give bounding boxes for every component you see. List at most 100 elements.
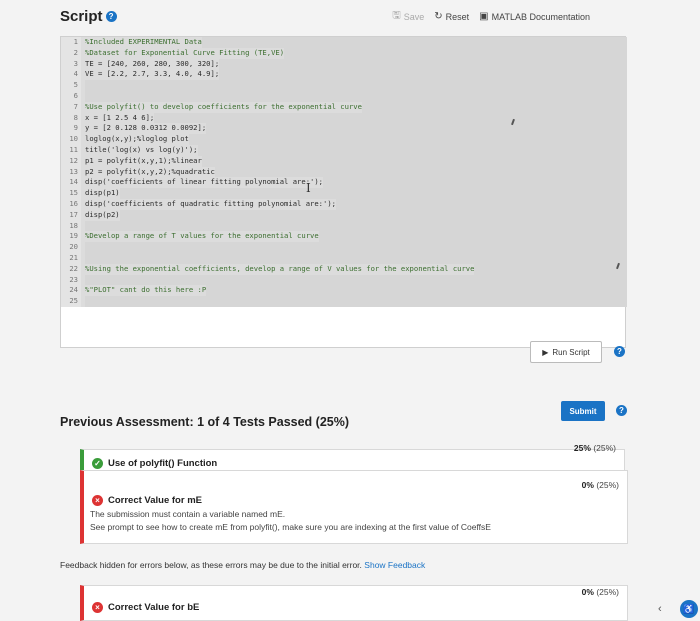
code-line[interactable]: 10 loglog(x,y);%loglog plot <box>61 134 627 145</box>
code-text <box>81 80 85 91</box>
error-message: The submission must contain a variable n… <box>90 509 286 519</box>
chevron-up-icon[interactable]: ‹ <box>658 603 662 615</box>
code-line[interactable]: 1 %Included EXPERIMENTAL Data <box>61 37 627 48</box>
run-help-icon[interactable]: ? <box>614 346 625 357</box>
line-number: 5 <box>61 80 81 91</box>
code-text <box>81 90 85 102</box>
code-line[interactable]: 3 TE = [240, 260, 280, 300, 320]; <box>61 58 627 70</box>
code-line[interactable]: 19 %Develop a range of T values for the e… <box>61 231 627 243</box>
code-line[interactable]: 25 <box>61 296 627 307</box>
code-text: %Use polyfit() to develop coefficients f… <box>81 101 362 113</box>
code-line[interactable]: 21 <box>61 252 627 264</box>
code-line[interactable]: 14 disp('coefficients of linear fitting p… <box>61 177 627 189</box>
line-number: 3 <box>61 58 81 70</box>
save-label: Save <box>403 11 425 22</box>
code-line[interactable]: 15 disp(p1) <box>61 188 627 199</box>
test-name: × Correct Value for mE <box>92 495 202 506</box>
run-script-button[interactable]: ▶ Run Script <box>530 341 602 363</box>
line-number: 21 <box>61 252 81 264</box>
header-actions: 🖫 Save ↻ Reset ▣ MATLAB Documentation <box>392 8 590 25</box>
code-line[interactable]: 4 VE = [2.2, 2.7, 3.3, 4.0, 4.9]; <box>61 69 627 81</box>
assessment-title: Previous Assessment: 1 of 4 Tests Passed… <box>60 415 350 429</box>
code-line[interactable]: 18 <box>61 220 627 232</box>
line-number: 19 <box>61 231 81 243</box>
code-text: disp(p1) <box>81 188 120 199</box>
code-line[interactable]: 6 <box>61 90 627 102</box>
code-text <box>81 296 85 307</box>
test-name: × Correct Value for bE <box>92 602 199 613</box>
save-icon: 🖫 <box>392 10 401 21</box>
submit-help-icon[interactable]: ? <box>616 405 627 416</box>
reset-button[interactable]: ↻ Reset <box>434 11 469 22</box>
line-number: 23 <box>61 274 81 286</box>
code-line[interactable]: 8x = [1 2.5 4 6]; <box>61 112 627 124</box>
code-line[interactable]: 9y = [2 0.128 0.0312 0.0092]; <box>61 123 627 135</box>
code-line[interactable]: 24 %"PLOT" cant do this here :P <box>61 285 627 297</box>
docs-label: MATLAB Documentation <box>491 11 590 22</box>
code-line[interactable]: 7 %Use polyfit() to develop coefficients … <box>61 101 627 113</box>
code-line[interactable]: 16 disp('coefficients of quadratic fittin… <box>61 198 627 210</box>
code-text: disp(p2) <box>81 209 120 221</box>
accessibility-icon[interactable]: ♿ <box>680 600 698 618</box>
feedback-text: Feedback hidden for errors below, as the… <box>60 560 362 570</box>
line-number: 13 <box>61 166 81 178</box>
show-feedback-link[interactable]: Show Feedback <box>364 560 425 570</box>
line-number: 12 <box>61 155 81 167</box>
score-value: 0% <box>581 480 594 490</box>
text-cursor-icon: I <box>306 181 311 195</box>
line-number: 6 <box>61 90 81 102</box>
code-text <box>81 242 85 253</box>
code-text: loglog(x,y);%loglog plot <box>81 134 189 145</box>
line-number: 10 <box>61 134 81 145</box>
test-result-fail[interactable]: × Correct Value for mE 0% (25%) The subm… <box>80 470 628 544</box>
line-number: 16 <box>61 198 81 210</box>
feedback-note: Feedback hidden for errors below, as the… <box>60 560 425 570</box>
code-text: p2 = polyfit(x,y,2);%quadratic <box>81 166 215 178</box>
code-editor[interactable]: 1 %Included EXPERIMENTAL Data 2 %Dataset fo… <box>60 36 627 348</box>
code-line[interactable]: 2 %Dataset for Exponential Curve Fitting … <box>61 47 627 59</box>
code-line[interactable]: 13 p2 = polyfit(x,y,2);%quadratic <box>61 166 627 178</box>
code-text: %Using the exponential coefficients, dev… <box>81 263 475 275</box>
line-number: 17 <box>61 209 81 221</box>
code-text: y = [2 0.128 0.0312 0.0092]; <box>81 123 207 135</box>
test-score: 0% (25%) <box>582 587 619 597</box>
score-weight: (25%) <box>593 443 616 453</box>
code-line[interactable]: 5 <box>61 80 627 91</box>
code-text: x = [1 2.5 4 6]; <box>81 112 155 124</box>
code-line[interactable]: 23 <box>61 274 627 286</box>
book-icon: ▣ <box>479 11 489 22</box>
code-text <box>81 220 85 232</box>
error-icon: × <box>92 602 103 613</box>
line-number: 11 <box>61 144 81 156</box>
save-button[interactable]: 🖫 Save <box>392 8 424 25</box>
code-line[interactable]: 12 p1 = polyfit(x,y,1);%linear <box>61 155 627 167</box>
line-number: 25 <box>61 296 81 307</box>
error-icon: × <box>92 495 103 506</box>
code-line[interactable]: 22 %Using the exponential coefficients, d… <box>61 263 627 275</box>
submit-button[interactable]: Submit <box>561 401 605 421</box>
line-number: 2 <box>61 47 81 59</box>
code-line[interactable]: 17 disp(p2) <box>61 209 627 221</box>
line-number: 4 <box>61 69 81 81</box>
test-name: ✓ Use of polyfit() Function <box>92 458 217 469</box>
test-result-fail[interactable]: × Correct Value for bE 0% (25%) <box>80 585 628 621</box>
test-label: Correct Value for bE <box>108 602 200 613</box>
code-text: disp('coefficients of linear fitting pol… <box>81 177 323 189</box>
code-line[interactable]: 11 title('log(x) vs log(y)'); <box>61 144 627 156</box>
code-text: VE = [2.2, 2.7, 3.3, 4.0, 4.9]; <box>81 69 220 81</box>
documentation-link[interactable]: ▣ MATLAB Documentation <box>479 11 590 22</box>
test-label: Correct Value for mE <box>108 495 202 506</box>
script-title-text: Script <box>60 8 103 25</box>
code-text: p1 = polyfit(x,y,1);%linear <box>81 155 202 167</box>
test-score: 25% (25%) <box>574 443 616 453</box>
line-number: 8 <box>61 112 81 124</box>
test-score: 0% (25%) <box>582 480 619 490</box>
error-hint: See prompt to see how to create mE from … <box>90 522 491 532</box>
code-text <box>81 274 85 286</box>
code-text <box>81 252 85 264</box>
line-number: 15 <box>61 188 81 199</box>
code-text: %Develop a range of T values for the exp… <box>81 231 319 243</box>
reset-label: Reset <box>445 11 470 22</box>
code-line[interactable]: 20 <box>61 242 627 253</box>
help-icon[interactable]: ? <box>105 11 117 22</box>
